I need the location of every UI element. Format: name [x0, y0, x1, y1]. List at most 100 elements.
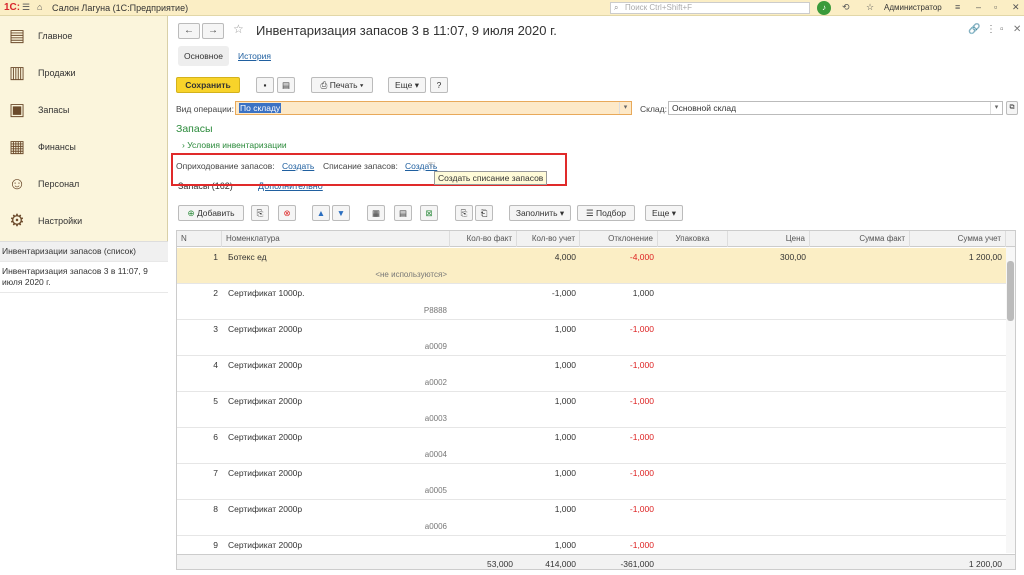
col-qty-acc[interactable]: Кол-во учет — [517, 231, 580, 247]
total-qty-acc: 414,000 — [545, 559, 576, 569]
row-number: 1 — [213, 252, 218, 262]
restore-icon[interactable]: ▫ — [994, 2, 997, 12]
global-search-input[interactable]: ⌕ Поиск Ctrl+Shift+F — [610, 2, 810, 14]
settings-menu-icon[interactable]: ≡ — [955, 2, 960, 12]
link-icon[interactable]: 🔗 — [968, 24, 980, 35]
deviation: -1,000 — [629, 504, 654, 514]
qty-acc: 4,000 — [554, 252, 576, 262]
copy-icon[interactable]: ⎘ — [455, 205, 473, 221]
open-window-item[interactable]: Инвентаризация запасов 3 в 11:07, 9 июля… — [0, 262, 168, 293]
sidebar-item-stock[interactable]: ▣ Запасы — [0, 91, 168, 128]
col-sum-acc[interactable]: Сумма учет — [910, 231, 1006, 247]
more-button[interactable]: Еще ▾ — [388, 77, 426, 93]
row-number: 9 — [213, 540, 218, 550]
operation-type-field[interactable]: По складу ▾ — [235, 101, 632, 115]
paste-icon[interactable]: ⎗ — [475, 205, 493, 221]
col-package[interactable]: Упаковка — [658, 231, 728, 247]
menu-icon[interactable]: ☰ — [22, 2, 30, 13]
sidebar-item-sales[interactable]: ▥ Продажи — [0, 54, 168, 91]
app-title: Салон Лагуна (1С:Предприятие) — [52, 3, 189, 13]
price: 300,00 — [780, 252, 806, 262]
col-qty-fact[interactable]: Кол-во факт — [450, 231, 517, 247]
total-sum-acc: 1 200,00 — [968, 559, 1002, 569]
favorites-icon[interactable]: ☆ — [866, 2, 874, 13]
warehouse-field[interactable]: Основной склад ▾ — [668, 101, 1003, 115]
print-labels-icon[interactable]: ▤ — [394, 205, 412, 221]
minimize-icon[interactable]: – — [976, 2, 981, 12]
sidebar-item-finance[interactable]: ▦ Финансы — [0, 128, 168, 165]
favorite-star-icon[interactable]: ☆ — [233, 22, 244, 36]
table-scrollbar[interactable] — [1006, 247, 1015, 553]
col-n[interactable]: N — [177, 231, 222, 247]
chevron-down-icon[interactable]: ▾ — [990, 102, 1002, 114]
select-label: Подбор — [596, 208, 626, 218]
sidebar-item-label: Финансы — [38, 142, 76, 152]
forward-button[interactable]: → — [202, 23, 224, 39]
table-row[interactable]: 4 Сертификат 2000р a0002 1,000 -1,000 — [177, 356, 1015, 392]
print-button[interactable]: ⎙ Печать ▾ — [311, 77, 373, 93]
table-row[interactable]: 2 Сертификат 1000р. P8888 -1,000 1,000 — [177, 284, 1015, 320]
row-number: 5 — [213, 396, 218, 406]
table-row[interactable]: 7 Сертификат 2000р a0005 1,000 -1,000 — [177, 464, 1015, 500]
barcode-icon[interactable]: ▦ — [367, 205, 385, 221]
total-qty-fact: 53,000 — [487, 559, 513, 569]
chevron-down-icon: ▾ — [669, 208, 676, 218]
table-row[interactable]: 3 Сертификат 2000р a0009 1,000 -1,000 — [177, 320, 1015, 356]
home-small-icon[interactable]: ⌂ — [37, 2, 42, 12]
save-button[interactable]: Сохранить — [176, 77, 240, 93]
table-row[interactable]: 5 Сертификат 2000р a0003 1,000 -1,000 — [177, 392, 1015, 428]
back-button[interactable]: ← — [178, 23, 200, 39]
qty-acc: 1,000 — [554, 468, 576, 478]
open-window-item[interactable]: Инвентаризации запасов (список) — [0, 242, 168, 262]
move-up-icon[interactable]: ▲ — [312, 205, 330, 221]
stock-table: N Номенклатура Кол-во факт Кол-во учет О… — [176, 230, 1016, 570]
table-more-button[interactable]: Еще ▾ — [645, 205, 683, 221]
warehouse-label: Склад: — [640, 104, 667, 114]
tab-history[interactable]: История — [232, 46, 277, 66]
user-name[interactable]: Администратор — [884, 3, 942, 12]
table-row[interactable]: 1 Ботекс ед <не используются> 4,000 -4,000 30… — [177, 248, 1015, 284]
fill-button[interactable]: Заполнить ▾ — [509, 205, 571, 221]
close-icon[interactable]: ✕ — [1012, 2, 1020, 13]
excel-icon[interactable]: ⊠ — [420, 205, 438, 221]
table-row[interactable]: 6 Сертификат 2000р a0004 1,000 -1,000 — [177, 428, 1015, 464]
conditions-link[interactable]: › Условия инвентаризации — [182, 140, 287, 150]
more-label: Еще — [395, 80, 413, 90]
col-price[interactable]: Цена — [728, 231, 810, 247]
table-header: N Номенклатура Кол-во факт Кол-во учет О… — [177, 231, 1015, 247]
sidebar-item-staff[interactable]: ☺ Персонал — [0, 165, 168, 202]
add-row-button[interactable]: ⊕ Добавить — [178, 205, 244, 221]
sidebar-item-settings[interactable]: ⚙ Настройки — [0, 202, 168, 239]
notifications-icon[interactable]: ♪ — [817, 1, 831, 15]
qty-acc: 1,000 — [554, 324, 576, 334]
item-characteristic: <не используются> — [375, 270, 447, 279]
post-doc-icon[interactable]: ▤ — [277, 77, 295, 93]
col-sum-fact[interactable]: Сумма факт — [810, 231, 910, 247]
table-row[interactable]: 8 Сертификат 2000р a0006 1,000 -1,000 — [177, 500, 1015, 536]
save-disk-icon[interactable]: ▪ — [256, 77, 274, 93]
move-down-icon[interactable]: ▼ — [332, 205, 350, 221]
deviation: -1,000 — [629, 396, 654, 406]
col-item[interactable]: Номенклатура — [222, 231, 450, 247]
sidebar-item-main[interactable]: ▤ Главное — [0, 17, 168, 54]
tab-main[interactable]: Основное — [178, 46, 229, 66]
close-form-icon[interactable]: ✕ — [1013, 24, 1021, 35]
history-icon[interactable]: ⟲ — [842, 2, 850, 13]
table-footer: 53,000 414,000 -361,000 1 200,00 — [177, 554, 1015, 569]
row-number: 4 — [213, 360, 218, 370]
delete-row-icon[interactable]: ⊗ — [278, 205, 296, 221]
maximize-icon[interactable]: ▫ — [1000, 24, 1004, 35]
row-number: 8 — [213, 504, 218, 514]
help-button[interactable]: ? — [430, 77, 448, 93]
item-name: Сертификат 2000р — [228, 432, 303, 442]
scrollbar-thumb[interactable] — [1007, 261, 1014, 321]
col-deviation[interactable]: Отклонение — [580, 231, 658, 247]
open-warehouse-icon[interactable]: ⧉ — [1006, 101, 1018, 115]
copy-row-icon[interactable]: ⎘ — [251, 205, 269, 221]
sidebar-item-label: Продажи — [38, 68, 76, 78]
deviation: -1,000 — [629, 360, 654, 370]
more-menu-icon[interactable]: ⋮ — [986, 24, 996, 35]
select-button[interactable]: ☰ Подбор — [577, 205, 635, 221]
chevron-down-icon[interactable]: ▾ — [619, 102, 631, 114]
sidebar-item-label: Настройки — [38, 216, 83, 226]
